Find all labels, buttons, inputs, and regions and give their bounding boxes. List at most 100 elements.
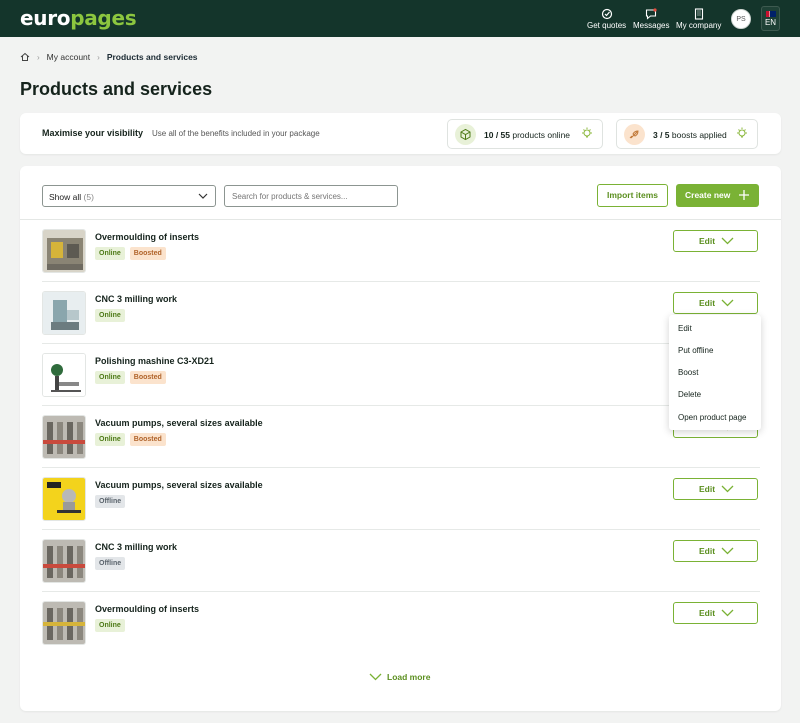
chevron-down-icon	[721, 609, 734, 617]
top-navigation-bar: europages Get quotes Messages My company…	[0, 0, 800, 37]
chevron-right-icon: ›	[37, 52, 40, 62]
language-switcher[interactable]: EN	[761, 6, 780, 31]
product-thumbnail[interactable]	[42, 229, 86, 273]
status-badges: Online	[95, 619, 125, 632]
menu-item-open-product-page[interactable]: Open product page	[678, 413, 747, 422]
boosted-badge: Boosted	[129, 433, 166, 446]
boosts-applied-count: 3 / 5	[653, 130, 670, 140]
products-online-count: 10 / 55	[484, 130, 510, 140]
menu-item-edit[interactable]: Edit	[678, 324, 692, 333]
status-badges: Online	[95, 309, 125, 322]
page-title: Products and services	[20, 79, 213, 99]
boosted-badge: Boosted	[129, 371, 166, 384]
products-online-stat[interactable]: 10 / 55 products online	[447, 119, 603, 149]
breadcrumb: › My account › Products and services	[20, 52, 198, 62]
status-badges: Online Boosted	[95, 433, 166, 446]
chevron-right-icon: ›	[97, 52, 100, 62]
status-badge: Offline	[95, 557, 126, 570]
status-badge: Online	[95, 619, 125, 632]
nav-my-company-label: My company	[676, 21, 722, 30]
language-label: EN	[764, 18, 777, 27]
visibility-card: Maximise your visibility Use all of the …	[20, 113, 781, 154]
edit-dropdown-menu: Edit Put offline Boost Delete Open produ…	[669, 315, 761, 430]
chevron-down-icon	[721, 237, 734, 245]
edit-label: Edit	[699, 236, 716, 246]
edit-button[interactable]: Edit	[673, 292, 758, 314]
breadcrumb-current: Products and services	[106, 52, 198, 62]
product-name[interactable]: Polishing mashine C3-XD21	[95, 356, 214, 366]
box-icon	[455, 124, 476, 145]
menu-item-boost[interactable]: Boost	[678, 368, 698, 377]
nav-get-quotes[interactable]: Get quotes	[587, 8, 626, 30]
product-thumbnail[interactable]	[42, 539, 86, 583]
filter-select-value: Show all	[49, 192, 82, 202]
breadcrumb-my-account[interactable]: My account	[47, 52, 90, 62]
status-badge: Online	[95, 309, 125, 322]
visibility-title: Maximise your visibility	[42, 128, 144, 138]
product-row: CNC 3 milling work Online Edit	[42, 282, 760, 344]
product-row: CNC 3 milling work Offline Edit	[42, 530, 760, 592]
load-more-label: Load more	[387, 672, 431, 682]
messages-icon	[646, 8, 657, 20]
edit-label: Edit	[699, 608, 716, 618]
visibility-subtitle: Use all of the benefits included in your…	[152, 129, 320, 138]
chevron-down-icon	[198, 193, 208, 199]
status-badges: Offline	[95, 557, 126, 570]
nav-get-quotes-label: Get quotes	[587, 21, 627, 30]
lightbulb-icon[interactable]	[736, 127, 748, 141]
status-badges: Offline	[95, 495, 126, 508]
lightbulb-icon[interactable]	[581, 127, 593, 141]
product-row: Vacuum pumps, several sizes available On…	[42, 406, 760, 468]
edit-button[interactable]: Edit	[673, 540, 758, 562]
product-thumbnail[interactable]	[42, 291, 86, 335]
products-card: Show all (5) Import items Create new Ove…	[20, 166, 781, 711]
status-badge: Online	[95, 433, 125, 446]
product-thumbnail[interactable]	[42, 415, 86, 459]
edit-label: Edit	[699, 484, 716, 494]
boosts-applied-stat[interactable]: 3 / 5 boosts applied	[616, 119, 758, 149]
product-thumbnail[interactable]	[42, 601, 86, 645]
product-name[interactable]: Vacuum pumps, several sizes available	[95, 418, 263, 428]
import-items-button[interactable]: Import items	[597, 184, 668, 207]
home-icon[interactable]	[20, 52, 30, 62]
menu-item-put-offline[interactable]: Put offline	[678, 346, 713, 355]
product-row: Overmoulding of inserts Online Boosted E…	[42, 220, 760, 282]
nav-messages[interactable]: Messages	[633, 8, 669, 30]
edit-button[interactable]: Edit	[673, 478, 758, 500]
product-thumbnail[interactable]	[42, 353, 86, 397]
product-name[interactable]: Overmoulding of inserts	[95, 604, 199, 614]
create-new-label: Create new	[685, 190, 731, 200]
filter-select[interactable]: Show all (5)	[42, 185, 216, 207]
product-row: Vacuum pumps, several sizes available Of…	[42, 468, 760, 530]
product-name[interactable]: CNC 3 milling work	[95, 542, 177, 552]
rocket-icon	[624, 124, 645, 145]
product-row: Overmoulding of inserts Online Edit	[42, 592, 760, 654]
filter-count: (5)	[83, 192, 94, 202]
create-new-button[interactable]: Create new	[676, 184, 759, 207]
product-name[interactable]: Vacuum pumps, several sizes available	[95, 480, 263, 490]
company-icon	[694, 8, 703, 20]
search-input[interactable]	[224, 185, 398, 207]
edit-button[interactable]: Edit	[673, 602, 758, 624]
edit-label: Edit	[699, 546, 716, 556]
avatar[interactable]: PS	[731, 9, 751, 29]
status-badge: Offline	[95, 495, 126, 508]
status-badge: Online	[95, 371, 125, 384]
plus-icon	[739, 190, 749, 200]
product-name[interactable]: CNC 3 milling work	[95, 294, 177, 304]
product-row: Polishing mashine C3-XD21 Online Boosted	[42, 344, 760, 406]
status-badges: Online Boosted	[95, 247, 166, 260]
nav-my-company[interactable]: My company	[676, 8, 721, 30]
menu-item-delete[interactable]: Delete	[678, 390, 701, 399]
product-thumbnail[interactable]	[42, 477, 86, 521]
product-name[interactable]: Overmoulding of inserts	[95, 232, 199, 242]
boosted-badge: Boosted	[129, 247, 166, 260]
status-badge: Online	[95, 247, 125, 260]
load-more-button[interactable]: Load more	[369, 672, 430, 682]
chevron-down-icon	[721, 485, 734, 493]
edit-button[interactable]: Edit	[673, 230, 758, 252]
products-online-label: products online	[512, 130, 571, 140]
europages-logo[interactable]: europages	[20, 6, 137, 30]
boosts-applied-label: boosts applied	[671, 130, 727, 140]
chevron-down-icon	[721, 547, 734, 555]
